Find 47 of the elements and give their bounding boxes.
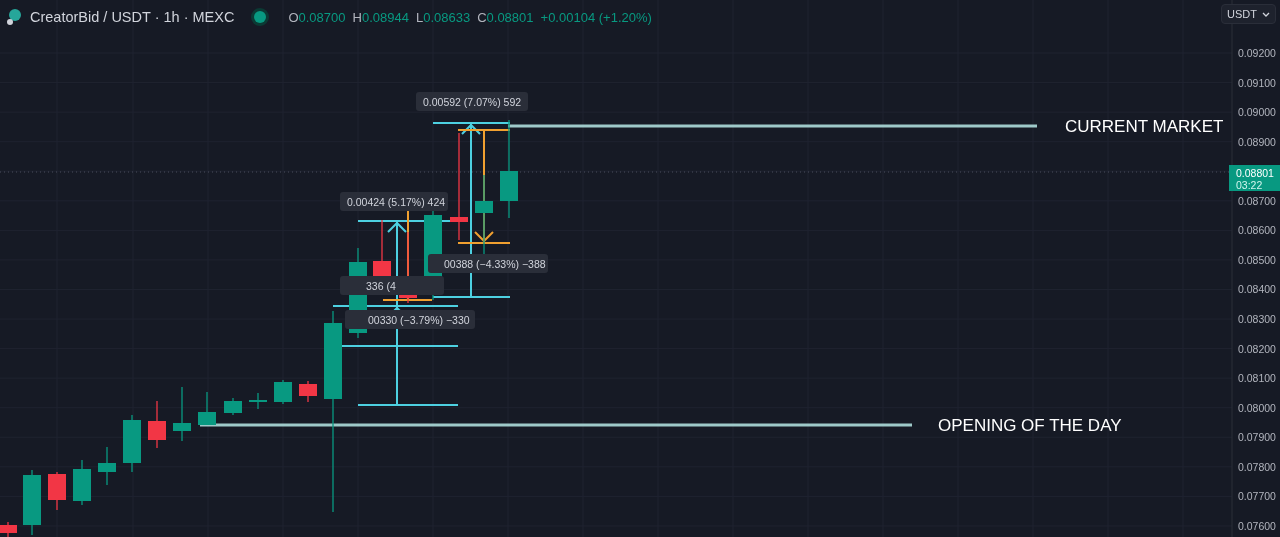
candlestick	[73, 459, 91, 506]
price-tick: 0.07800	[1238, 460, 1276, 473]
ohlc-value: C0.08801	[477, 9, 534, 25]
price-tick: 0.08200	[1238, 342, 1276, 355]
ohlc-value: L0.08633	[415, 9, 471, 25]
symbol-title: CreatorBid / USDT · 1h · MEXC	[30, 9, 235, 25]
price-tick: 0.08000	[1238, 401, 1276, 414]
price-tick: 0.08100	[1238, 372, 1276, 385]
candlestick	[148, 400, 166, 449]
candlestick	[249, 392, 267, 410]
price-tick: 0.09200	[1238, 47, 1276, 59]
candlestick	[299, 380, 317, 403]
coin-logo-icon	[6, 8, 22, 26]
price-tick: 0.08400	[1238, 283, 1276, 296]
caret-icon	[1262, 11, 1270, 17]
candlestick	[48, 471, 66, 511]
ohlc-value: O0.08700	[288, 9, 346, 25]
price-tick: 0.08700	[1238, 194, 1276, 207]
price-tick: 0.07900	[1238, 431, 1276, 444]
price-tick: 0.07700	[1238, 490, 1276, 503]
price-change: +0.00104 (+1.20%)	[540, 9, 652, 25]
measure-label: 0.00592 (7.07%) 592	[416, 92, 528, 111]
candlestick	[123, 414, 141, 473]
candlestick	[23, 469, 41, 536]
currency-dropdown[interactable]: USDT	[1221, 4, 1276, 24]
price-tick: 0.08900	[1238, 135, 1276, 148]
price-tick: 0.08600	[1238, 224, 1276, 237]
market-status-icon	[254, 11, 267, 23]
measure-label: 336 (4	[340, 276, 444, 295]
price-tick: 0.08300	[1238, 313, 1276, 326]
price-tick: 0.09100	[1238, 76, 1276, 89]
price-tick: 0.07600	[1238, 519, 1276, 532]
candlestick	[224, 397, 242, 416]
ohlc-value: H0.08944	[352, 9, 409, 25]
chart-note: CURRENT MARKET	[1065, 117, 1224, 136]
price-tick: 0.09000	[1238, 106, 1276, 119]
candlestick	[274, 379, 292, 405]
last-price-tag: 0.08801 03:22	[1229, 165, 1280, 191]
candlestick	[98, 446, 116, 486]
candlestick	[173, 386, 191, 442]
price-tick: 0.08500	[1238, 253, 1276, 266]
measure-label: 00388 (−4.33%) −388	[428, 254, 548, 273]
chart-note: OPENING OF THE DAY	[938, 416, 1122, 435]
candlestick	[0, 521, 17, 537]
measure-label: 00330 (−3.79%) −330	[345, 310, 475, 329]
measure-label: 0.00424 (5.17%) 424	[340, 192, 448, 211]
candlestick	[198, 391, 216, 426]
